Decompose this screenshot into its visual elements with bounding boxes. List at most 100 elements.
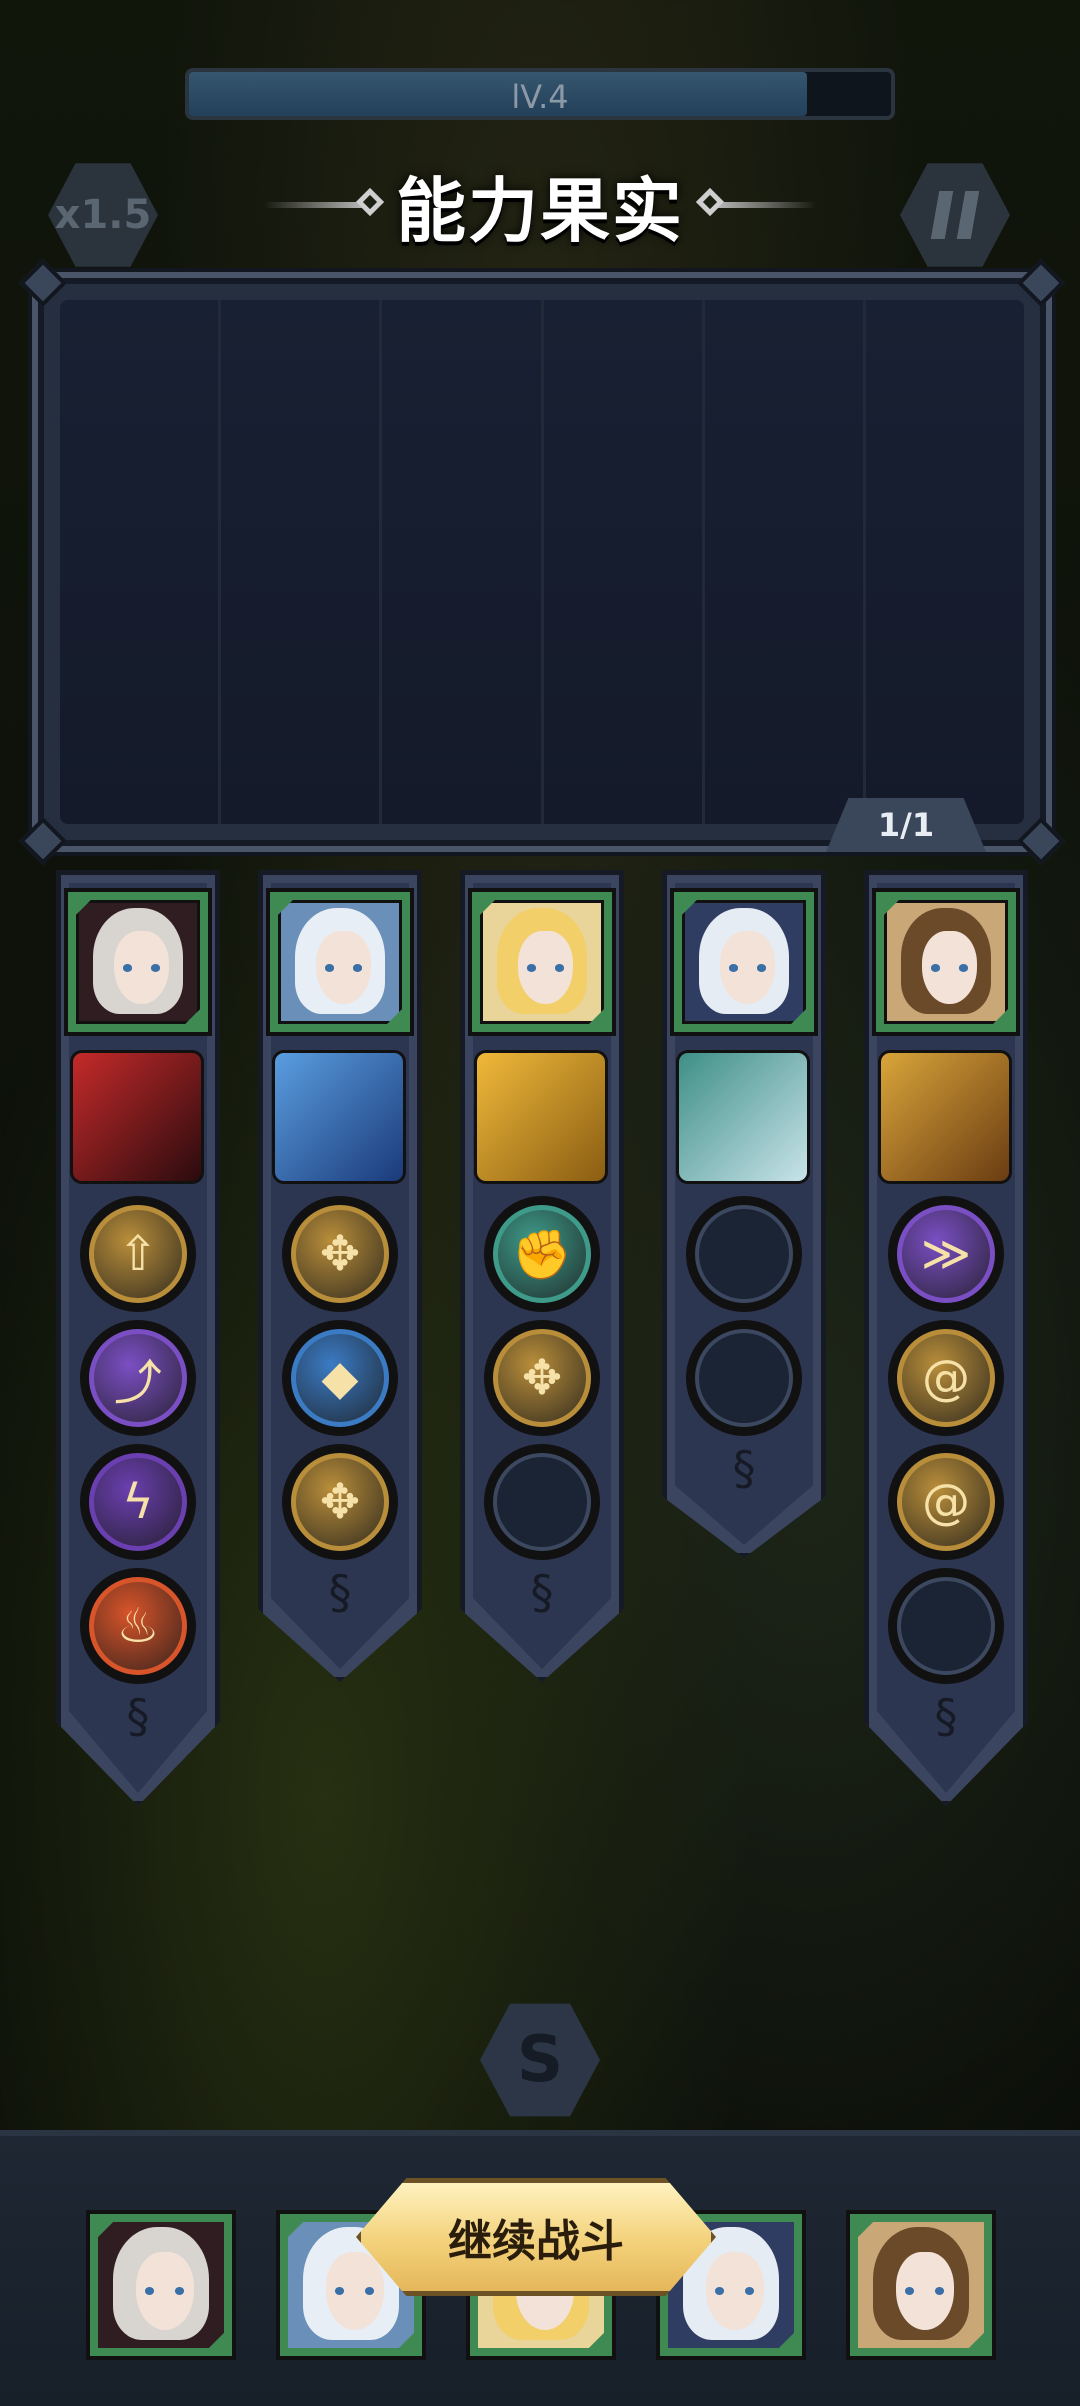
title-row: 能力果实	[0, 160, 1080, 252]
level-label: lV.4	[511, 78, 569, 116]
bottom-hero-art	[858, 2222, 984, 2348]
arrow-up-icon: ⇧	[89, 1205, 187, 1303]
fruit-orb[interactable]: ✥	[282, 1444, 398, 1560]
fruit-slot[interactable]	[865, 300, 1024, 824]
hero-portrait[interactable]	[670, 888, 818, 1036]
fire-icon: ♨	[89, 1577, 187, 1675]
hero-face	[922, 931, 977, 1005]
hero-eye	[931, 964, 940, 972]
fruit-orb[interactable]: ϟ	[80, 1444, 196, 1560]
fruit-orb[interactable]: ≫	[888, 1196, 1004, 1312]
fruit-orb[interactable]: ✥	[282, 1196, 398, 1312]
hero-skill-icon[interactable]	[676, 1050, 810, 1184]
hero-eye	[959, 964, 968, 972]
bottom-hero-art	[98, 2222, 224, 2348]
column-emblem-icon: §	[934, 1689, 958, 1743]
hero-eye	[745, 2287, 755, 2296]
empty-fruit-slot[interactable]	[888, 1568, 1004, 1684]
hero-eye	[175, 2287, 185, 2296]
four-arrows-icon: ✥	[291, 1453, 389, 1551]
column-emblem-icon: §	[126, 1689, 150, 1743]
hero-column-white-dragon[interactable]: §	[662, 870, 826, 1558]
hero-eye	[555, 964, 564, 972]
hero-portrait-art	[76, 900, 200, 1024]
four-arrows-icon: ✥	[493, 1329, 591, 1427]
fruit-slot[interactable]	[60, 300, 222, 824]
hero-face	[518, 931, 573, 1005]
hero-face	[895, 2252, 954, 2331]
fruit-orb[interactable]: ◆	[282, 1320, 398, 1436]
fruit-orb[interactable]: ✊	[484, 1196, 600, 1312]
spiral-icon: @	[897, 1329, 995, 1427]
hero-eye	[123, 964, 132, 972]
column-emblem-icon: §	[328, 1565, 352, 1619]
hero-face	[316, 931, 371, 1005]
spiral-icon: @	[897, 1453, 995, 1551]
hero-eye	[905, 2287, 915, 2296]
empty-fruit-slot[interactable]	[686, 1320, 802, 1436]
empty-fruit-slot[interactable]	[484, 1444, 600, 1560]
fruit-orb[interactable]: ♨	[80, 1568, 196, 1684]
fruit-orb[interactable]: ⇧	[80, 1196, 196, 1312]
hero-eye	[151, 964, 160, 972]
fruit-slot[interactable]	[543, 300, 705, 824]
ice-crystal-icon: ◆	[291, 1329, 389, 1427]
hero-eye	[145, 2287, 155, 2296]
bottom-hero-card-vampire-lady[interactable]	[86, 2210, 236, 2360]
empty-slot	[695, 1205, 793, 1303]
fruit-slot[interactable]	[704, 300, 866, 824]
hero-column-vampire-lady[interactable]: ⇧ ⤴ ϟ ♨ §	[56, 870, 220, 1806]
hero-eye	[527, 964, 536, 972]
empty-slot	[897, 1577, 995, 1675]
hero-column-ice-queen[interactable]: ✥ ◆ ✥ §	[258, 870, 422, 1682]
hero-skill-icon[interactable]	[878, 1050, 1012, 1184]
title-ornament-left	[264, 202, 374, 208]
hero-skill-icon[interactable]	[474, 1050, 608, 1184]
hero-eye	[335, 2287, 345, 2296]
column-emblem-icon: §	[732, 1441, 756, 1495]
fruit-orb[interactable]: @	[888, 1320, 1004, 1436]
level-progress-bar: lV.4	[185, 68, 895, 120]
fruit-slot[interactable]	[382, 300, 544, 824]
hero-portrait[interactable]	[266, 888, 414, 1036]
hero-portrait[interactable]	[872, 888, 1020, 1036]
four-arrows-icon: ✥	[291, 1205, 389, 1303]
fist-icon: ✊	[493, 1205, 591, 1303]
lightning-icon: ϟ	[89, 1453, 187, 1551]
empty-fruit-slot[interactable]	[686, 1196, 802, 1312]
page-title: 能力果实	[396, 169, 684, 252]
hero-column-golden-priestess[interactable]: ✊ ✥ §	[460, 870, 624, 1682]
hero-eye	[715, 2287, 725, 2296]
hero-portrait-art	[480, 900, 604, 1024]
hero-column-laurel-goddess[interactable]: ≫ @ @ §	[864, 870, 1028, 1806]
page-counter: 1/1	[877, 806, 935, 844]
hero-portrait-art	[682, 900, 806, 1024]
hero-portrait-art	[884, 900, 1008, 1024]
fruit-orb[interactable]: ✥	[484, 1320, 600, 1436]
bottom-hero-card-laurel-goddess[interactable]	[846, 2210, 996, 2360]
hero-skill-icon[interactable]	[272, 1050, 406, 1184]
fruit-grid	[60, 300, 1024, 824]
hero-portrait[interactable]	[64, 888, 212, 1036]
fruit-orb[interactable]: @	[888, 1444, 1004, 1560]
page-counter-box: 1/1	[826, 798, 986, 852]
hero-face	[720, 931, 775, 1005]
fruit-panel: 1/1	[18, 258, 1066, 866]
split-arrow-icon: ⤴	[89, 1329, 187, 1427]
continue-battle-button[interactable]: 继续战斗	[356, 2178, 716, 2296]
hero-eye	[935, 2287, 945, 2296]
hero-eye	[365, 2287, 375, 2296]
hero-face	[325, 2252, 384, 2331]
hero-eye	[757, 964, 766, 972]
hero-eye	[729, 964, 738, 972]
hero-skill-icon[interactable]	[70, 1050, 204, 1184]
hero-portrait-art	[278, 900, 402, 1024]
hero-eye	[353, 964, 362, 972]
hero-face	[705, 2252, 764, 2331]
hero-eye	[325, 964, 334, 972]
empty-slot	[695, 1329, 793, 1427]
hero-portrait[interactable]	[468, 888, 616, 1036]
hero-face	[114, 931, 169, 1005]
fruit-orb[interactable]: ⤴	[80, 1320, 196, 1436]
fruit-slot[interactable]	[221, 300, 383, 824]
